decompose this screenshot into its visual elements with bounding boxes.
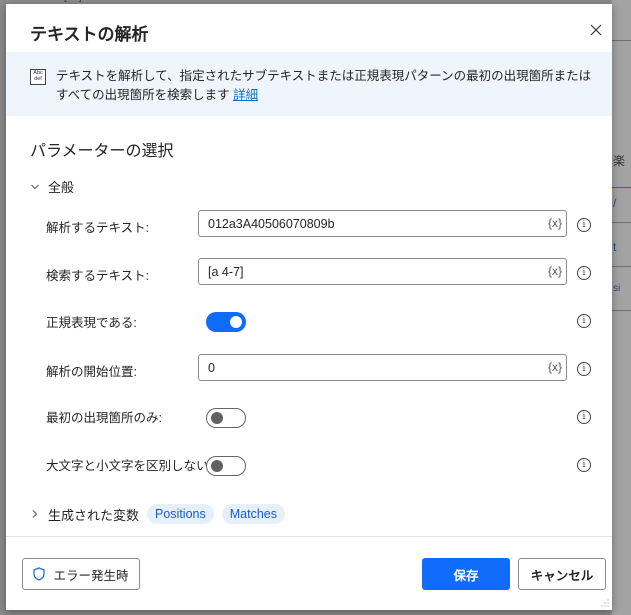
first-occurrence-toggle[interactable] — [206, 408, 246, 428]
toggle-knob — [211, 460, 223, 472]
text-to-parse-label: 解析するテキスト: — [46, 221, 150, 235]
info-icon[interactable]: i — [577, 266, 591, 280]
parse-text-dialog: テキストの解析 Abc def テキストを解析して、指定されたサブテキストまたは… — [6, 4, 612, 610]
first-occurrence-label: 最初の出現箇所のみ: — [46, 411, 162, 425]
cancel-button[interactable]: キャンセル — [518, 558, 606, 590]
toggle-knob — [211, 412, 223, 424]
variable-chip-matches[interactable]: Matches — [221, 504, 285, 524]
background-text: si — [613, 283, 621, 294]
details-link[interactable]: 詳細 — [233, 88, 258, 102]
generated-variables-toggle[interactable]: 生成された変数 — [30, 505, 139, 524]
chevron-right-icon — [32, 510, 38, 518]
info-icon[interactable]: i — [577, 218, 591, 232]
info-icon[interactable]: i — [577, 314, 591, 328]
background-text: / — [613, 196, 617, 210]
info-icon[interactable]: i — [577, 362, 591, 376]
toggle-knob — [230, 316, 242, 328]
save-button[interactable]: 保存 — [422, 558, 510, 590]
start-position-field: {x} — [198, 354, 567, 381]
section-title: パラメーターの選択 — [30, 143, 174, 160]
close-button[interactable] — [584, 18, 608, 42]
is-regex-toggle[interactable] — [206, 312, 246, 332]
insert-variable-button[interactable]: {x} — [548, 360, 562, 374]
ignore-case-toggle[interactable] — [206, 456, 246, 476]
insert-variable-button[interactable]: {x} — [548, 264, 562, 278]
close-icon — [590, 24, 602, 36]
ignore-case-label: 大文字と小文字を区別しない: — [46, 459, 212, 473]
background-text: t — [613, 240, 617, 254]
on-error-button[interactable]: エラー発生時 — [22, 558, 140, 590]
start-position-input[interactable] — [208, 355, 528, 380]
text-to-find-field: {x} — [198, 258, 567, 285]
dialog-title: テキストの解析 — [30, 25, 149, 44]
shield-icon — [33, 567, 46, 581]
start-position-label: 解析の開始位置: — [46, 365, 137, 379]
insert-variable-button[interactable]: {x} — [548, 216, 562, 230]
info-icon[interactable]: i — [577, 410, 591, 424]
text-to-parse-field: {x} — [198, 210, 567, 237]
is-regex-label: 正規表現である: — [46, 316, 137, 330]
text-to-find-input[interactable] — [208, 259, 528, 284]
abc-def-icon: Abc def — [30, 69, 46, 85]
generated-variables: 生成された変数 Positions Matches — [30, 504, 285, 524]
resize-grip-icon[interactable] — [601, 599, 609, 607]
on-error-label: エラー発生時 — [53, 568, 129, 583]
group-general-label: 全般 — [48, 180, 75, 195]
footer-divider — [6, 536, 612, 537]
background-text: [def] — [64, 0, 82, 2]
group-general-toggle[interactable]: 全般 — [30, 177, 74, 196]
generated-variables-label: 生成された変数 — [48, 507, 140, 523]
background-text: 楽 — [613, 154, 626, 168]
description-body: テキストを解析して、指定されたサブテキストまたは正規表現パターンの最初の出現箇所… — [56, 69, 592, 102]
text-to-find-label: 検索するテキスト: — [46, 269, 150, 283]
info-icon[interactable]: i — [577, 458, 591, 472]
background-app-strip: 楽 / t si — [612, 0, 631, 615]
description-banner: Abc def テキストを解析して、指定されたサブテキストまたは正規表現パターン… — [6, 52, 612, 116]
variable-chip-positions[interactable]: Positions — [147, 504, 214, 524]
chevron-down-icon — [31, 184, 39, 189]
description-text: テキストを解析して、指定されたサブテキストまたは正規表現パターンの最初の出現箇所… — [56, 67, 601, 105]
text-to-parse-input[interactable] — [208, 211, 528, 236]
